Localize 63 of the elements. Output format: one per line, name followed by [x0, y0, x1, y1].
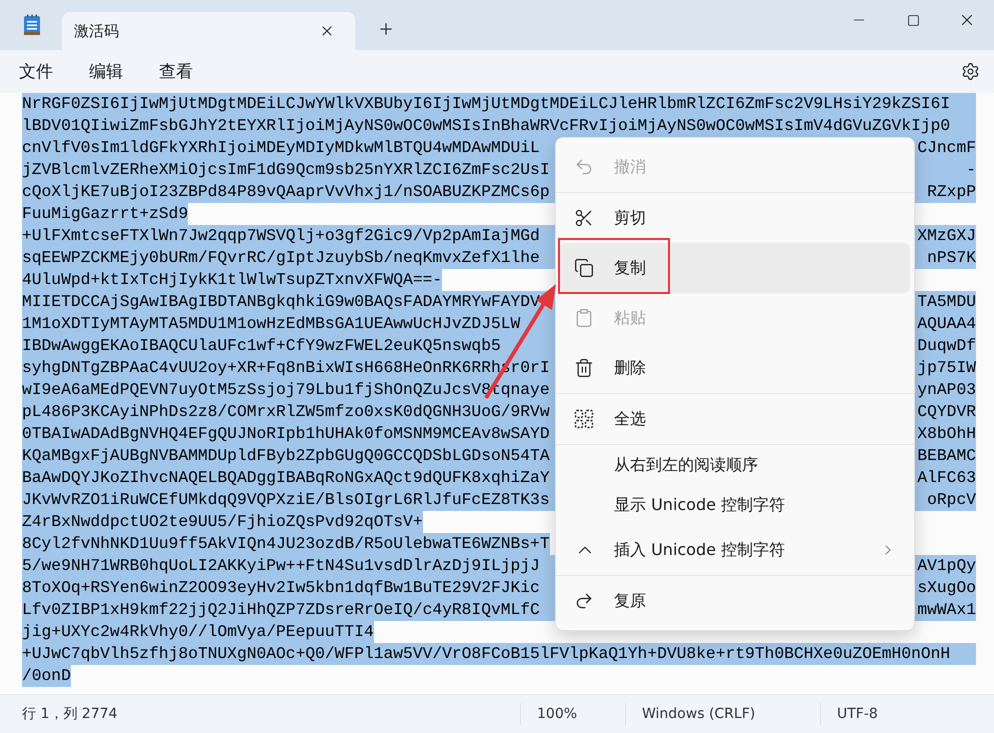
trash-icon [574, 358, 594, 378]
text-line: JKvWvRZO1iRuWCEfUMkdqQ9VQPXziE/BlsOIgrL6RlJfuFcEZ8TK3s [22, 489, 550, 511]
context-menu-item[interactable]: 复制 [560, 243, 910, 293]
encoding: UTF-8 [820, 703, 994, 725]
menu-item[interactable]: 文件 [8, 56, 64, 87]
text-line: BEBAMC [917, 445, 976, 467]
document-tab[interactable]: 激活码 [62, 12, 355, 50]
text-line: KQaMBgxFjAUBgNVBAMMDUpldFByb2ZpbGUgQ0GCCQDSbLGDsoN54TA [22, 445, 550, 467]
text-line: sqEEWPZCKMEjy0bURm/FQvrRC/gIptJzuybSb/neqKmvxZefX1lhe [22, 247, 540, 269]
text-line: AV1pQy [917, 555, 976, 577]
text-line: TA5MDU [917, 291, 976, 313]
notepad-icon [22, 14, 42, 36]
text-line: Lfv0ZIBP1xH9kmf22jjQ2JiHhQZP7ZDsreRrOeIQ/c4yR8IQvMLfC [22, 599, 540, 621]
copy-icon [574, 258, 594, 278]
text-line: AlFC63 [917, 467, 976, 489]
menu-item[interactable]: 编辑 [78, 56, 134, 87]
text-line: sXugOo [917, 577, 976, 599]
context-menu-item[interactable]: 从右到左的阅读顺序 [560, 445, 910, 485]
text-line: - [966, 159, 976, 181]
scissors-icon [574, 208, 594, 228]
clipboard-icon [574, 308, 594, 328]
text-line: XMzGXJ [917, 225, 976, 247]
context-menu-item[interactable]: 插入 Unicode 控制字符 [560, 525, 910, 575]
text-line: MIIETDCCAjSgAwIBAgIBDTANBgkqhkiG9w0BAQsFADAYMRYwFAYDV [22, 291, 540, 313]
context-menu-item[interactable]: 剪切 [560, 193, 910, 243]
line-ending: Windows (CRLF) [625, 703, 820, 725]
text-line: CQYDVR [917, 401, 976, 423]
text-line: +UJwC7qbVlh5zfhj8oTNUXgN0AOc+Q0/WFPl1aw5VV/VrO8FCoB15lFVlpKaQ1Yh+DVU8ke+rt9Th0BCHXe0uZOEmH0nOnH [22, 643, 950, 665]
text-line: RZxpP [927, 181, 976, 203]
zoom-level: 100% [520, 703, 625, 725]
text-line: 0TBAIwADAdBgNVHQ4EFgQUJNoRIpb1hUHAk0foMSNM9MCEAv8wSAYD [22, 423, 550, 445]
select-all-icon [574, 409, 594, 429]
settings-icon[interactable] [961, 62, 980, 81]
text-line: 5/we9NH71WRB0hqUoLI2AKKyiPw++FtN4Su1vsdDlrAzDj9ILjpjJ [22, 555, 540, 577]
context-menu-item[interactable]: 全选 [560, 394, 910, 444]
text-line: jp75IW [917, 357, 976, 379]
text-line: mwWAx1 [917, 599, 976, 621]
context-menu-item[interactable]: 显示 Unicode 控制字符 [560, 485, 910, 525]
cursor-position: 行 1，列 2774 [21, 705, 118, 724]
text-line: pL486P3KCAyiNPhDs2z8/COMrxRlZW5mfzo0xsK0dQGNH3UoG/9RVw [22, 401, 550, 423]
tab-title: 激活码 [74, 22, 119, 40]
text-line: NrRGF0ZSI6IjIwMjUtMDgtMDEiLCJwYWlkVXBUbyI6IjIwMjUtMDgtMDEiLCJleHRlbmRlZCI6ZmFsc2V9LHsiY29kZSI6I [22, 93, 950, 115]
text-line: nPS7K [927, 247, 976, 269]
text-line: X8bOhH [917, 423, 976, 445]
context-menu-item[interactable]: 复原 [560, 576, 910, 626]
text-line: ynAP03 [917, 379, 976, 401]
menu-item[interactable]: 查看 [148, 56, 204, 87]
text-line: lBDV01QIiwiZmFsbGJhY2tEYXRlIjoiMjAyNS0wOC0wMSIsInBhaWRVcFRvIjoiMjAyNS0wOC0wMSIsImV4dGVuZGVkIjp0 [22, 115, 950, 137]
redo-icon [574, 591, 594, 611]
text-line: BaAwDQYJKoZIhvcNAQELBQADggIBABqRoNGxAQct9dQUFK8xqhiZaY [22, 467, 550, 489]
text-line: +UlFXmtcseFTXlWn7Jw2qqp7WSVQlj+o3gf2Gic9/Vp2pAmIajMGd [22, 225, 540, 247]
undo-icon [574, 157, 594, 177]
text-line: cnVlfV0sIm1ldGFkYXRhIjoiMDEyMDIyMDkwMlBTQU4wMDAwMDUiL [22, 137, 540, 159]
text-line: 1M1oXDTIyMTAyMTA5MDU1M1owHzEdMBsGA1UEAwwUcHJvZDJ5LW [22, 313, 520, 335]
text-line: IBDwAwggEKAoIBAQCUlaUFc1wf+CfY9wzFWEL2euKQ5nswqb5 [22, 335, 501, 357]
text-line: jZVBlcmlvZERheXMiOjcsImF1dG9Qcm9sb25nYXRlZCI6ZmFsc2UsI [22, 159, 550, 181]
text-line: cQoXljKE7uBjoI23ZBPd84P89vQAaprVvVhxj1/nSOABUZKPZMCs6p [22, 181, 550, 203]
context-menu-item[interactable]: 删除 [560, 343, 910, 393]
text-line: AQUAA4 [917, 313, 976, 335]
text-line: DuqwDf [917, 335, 976, 357]
text-line: 8ToXOq+RSYen6winZ2OO93eyHv2Iw5kbn1dqfBw1BuTE29V2FJKic [22, 577, 540, 599]
text-line: oRpcV [927, 489, 976, 511]
text-line: CJncmF [917, 137, 976, 159]
